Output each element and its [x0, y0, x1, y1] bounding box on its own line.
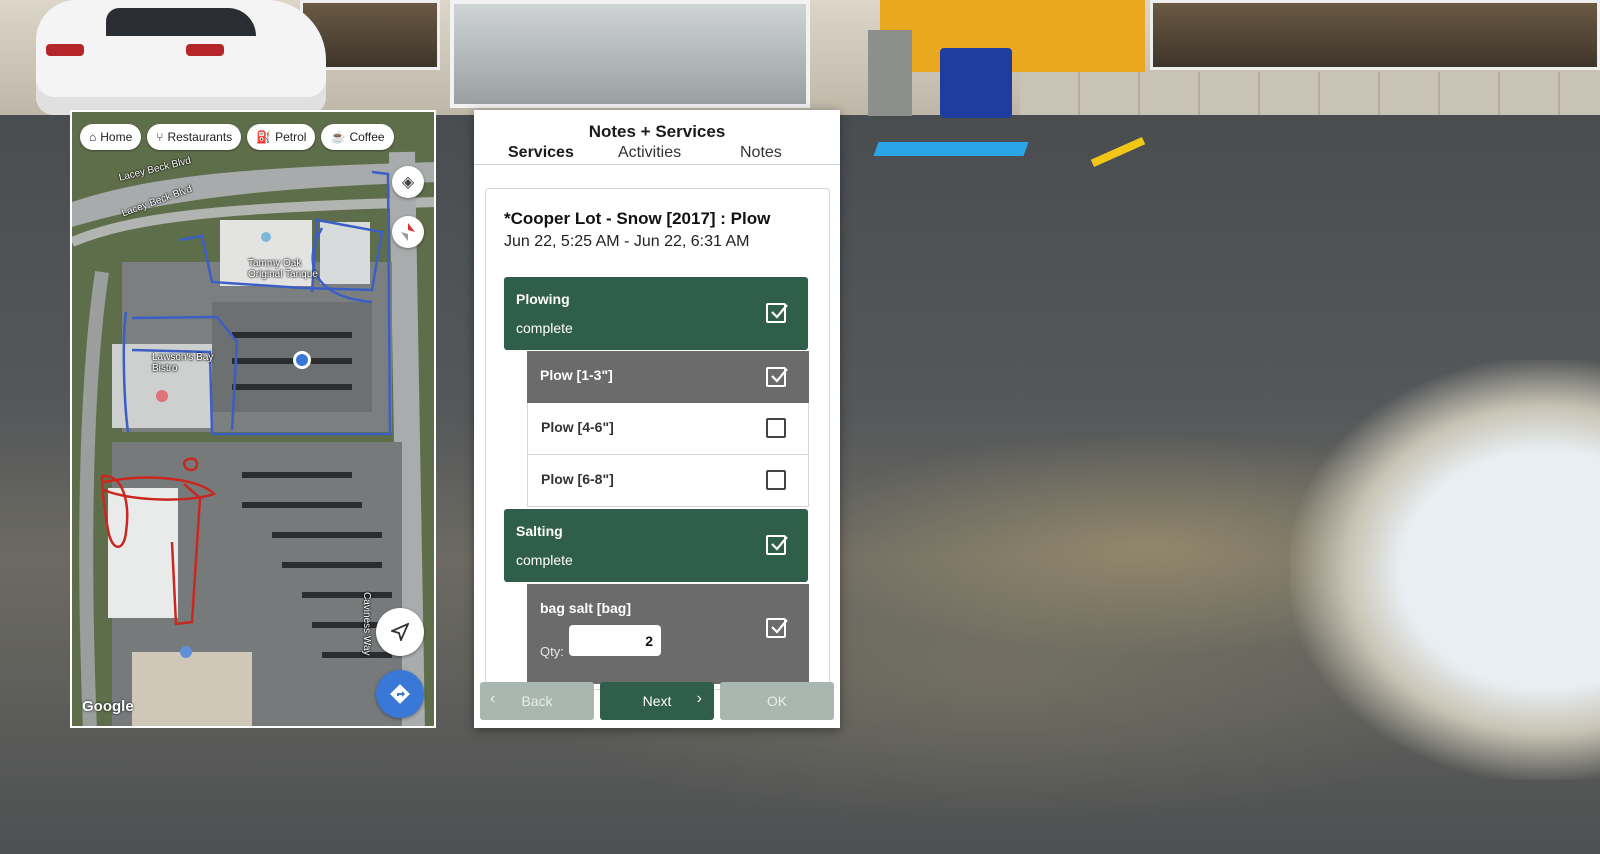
store-window — [1150, 0, 1600, 70]
footer-buttons: ‹ Back Next › OK — [474, 682, 840, 728]
road-label: Caviness Way — [361, 592, 372, 656]
plow-6-8-checkbox[interactable] — [766, 470, 786, 490]
fork-knife-icon: ⑂ — [156, 130, 164, 144]
yellow-wall — [880, 0, 1145, 72]
plow-4-6-checkbox[interactable] — [766, 418, 786, 438]
section-status: complete — [516, 552, 573, 568]
directions-button[interactable] — [376, 670, 424, 718]
layers-button[interactable]: ◈ — [392, 166, 424, 198]
checkmark-icon — [771, 536, 788, 551]
back-button[interactable]: ‹ Back — [480, 682, 594, 720]
job-time: Jun 22, 5:25 AM - Jun 22, 6:31 AM — [504, 233, 750, 250]
compass-icon — [401, 223, 415, 241]
ok-button[interactable]: OK — [720, 682, 834, 720]
plowing-checkbox[interactable] — [766, 303, 788, 323]
chip-petrol[interactable]: ⛽ Petrol — [247, 124, 316, 150]
section-salting[interactable]: Salting complete — [504, 509, 808, 582]
chip-home[interactable]: ⌂ Home — [80, 124, 142, 150]
checkmark-icon — [771, 619, 788, 634]
recycling-bin — [940, 48, 1012, 118]
map-filter-chips: ⌂ Home ⑂ Restaurants ⛽ Petrol ☕ Coffee — [80, 124, 394, 150]
bag-salt-checkbox[interactable] — [766, 618, 788, 638]
white-car — [36, 0, 326, 115]
brick-wall — [1020, 72, 1600, 120]
next-button[interactable]: Next › — [600, 682, 714, 720]
salting-checkbox[interactable] — [766, 535, 788, 555]
layers-icon: ◈ — [401, 174, 415, 191]
checkmark-icon — [771, 304, 788, 319]
chip-restaurants[interactable]: ⑂ Restaurants — [147, 124, 242, 150]
trash-can — [868, 30, 912, 116]
chip-coffee[interactable]: ☕ Coffee — [321, 124, 394, 150]
section-status: complete — [516, 320, 573, 336]
satellite-map[interactable]: ⌂ Home ⑂ Restaurants ⛽ Petrol ☕ Coffee L… — [70, 110, 436, 728]
tab-activities[interactable]: Activities — [618, 144, 681, 162]
plow-1-3-checkbox[interactable] — [766, 367, 788, 387]
store-door — [450, 0, 810, 108]
accessible-parking-line — [873, 142, 1029, 156]
salt-item-bag[interactable]: bag salt [bag] Qty: — [527, 584, 809, 684]
fuel-icon: ⛽ — [256, 130, 272, 144]
section-name: Salting — [516, 523, 563, 539]
home-icon: ⌂ — [89, 130, 97, 144]
notes-services-panel: Notes + Services Services Activities Not… — [474, 110, 840, 728]
coffee-icon: ☕ — [330, 130, 346, 144]
section-plowing[interactable]: Plowing complete — [504, 277, 808, 350]
plow-item-1-3[interactable]: Plow [1-3"] — [527, 351, 809, 403]
navigation-arrow-icon — [391, 623, 409, 641]
tab-services[interactable]: Services — [508, 144, 574, 162]
chevron-right-icon: › — [696, 690, 702, 707]
my-location-button[interactable] — [376, 608, 424, 656]
qty-input[interactable] — [569, 625, 661, 656]
directions-icon — [390, 684, 410, 704]
google-logo: Google — [82, 698, 134, 715]
qty-label: Qty: — [540, 644, 564, 659]
tab-bar: Services Activities Notes — [474, 140, 840, 165]
place-label: Lawson's Bay Bistro — [152, 352, 214, 374]
plow-item-4-6[interactable]: Plow [4-6"] — [527, 403, 809, 455]
checkmark-icon — [771, 368, 788, 383]
job-title: *Cooper Lot - Snow [2017] : Plow — [504, 209, 771, 228]
section-name: Plowing — [516, 291, 570, 307]
compass-button[interactable] — [392, 216, 424, 248]
tab-notes[interactable]: Notes — [740, 144, 782, 162]
chevron-left-icon: ‹ — [490, 690, 496, 707]
plow-item-6-8[interactable]: Plow [6-8"] — [527, 455, 809, 507]
place-label: Tammy Oak Original Tanque — [248, 258, 318, 280]
service-card: *Cooper Lot - Snow [2017] : Plow Jun 22,… — [485, 188, 830, 690]
snow-pile — [1290, 360, 1600, 780]
